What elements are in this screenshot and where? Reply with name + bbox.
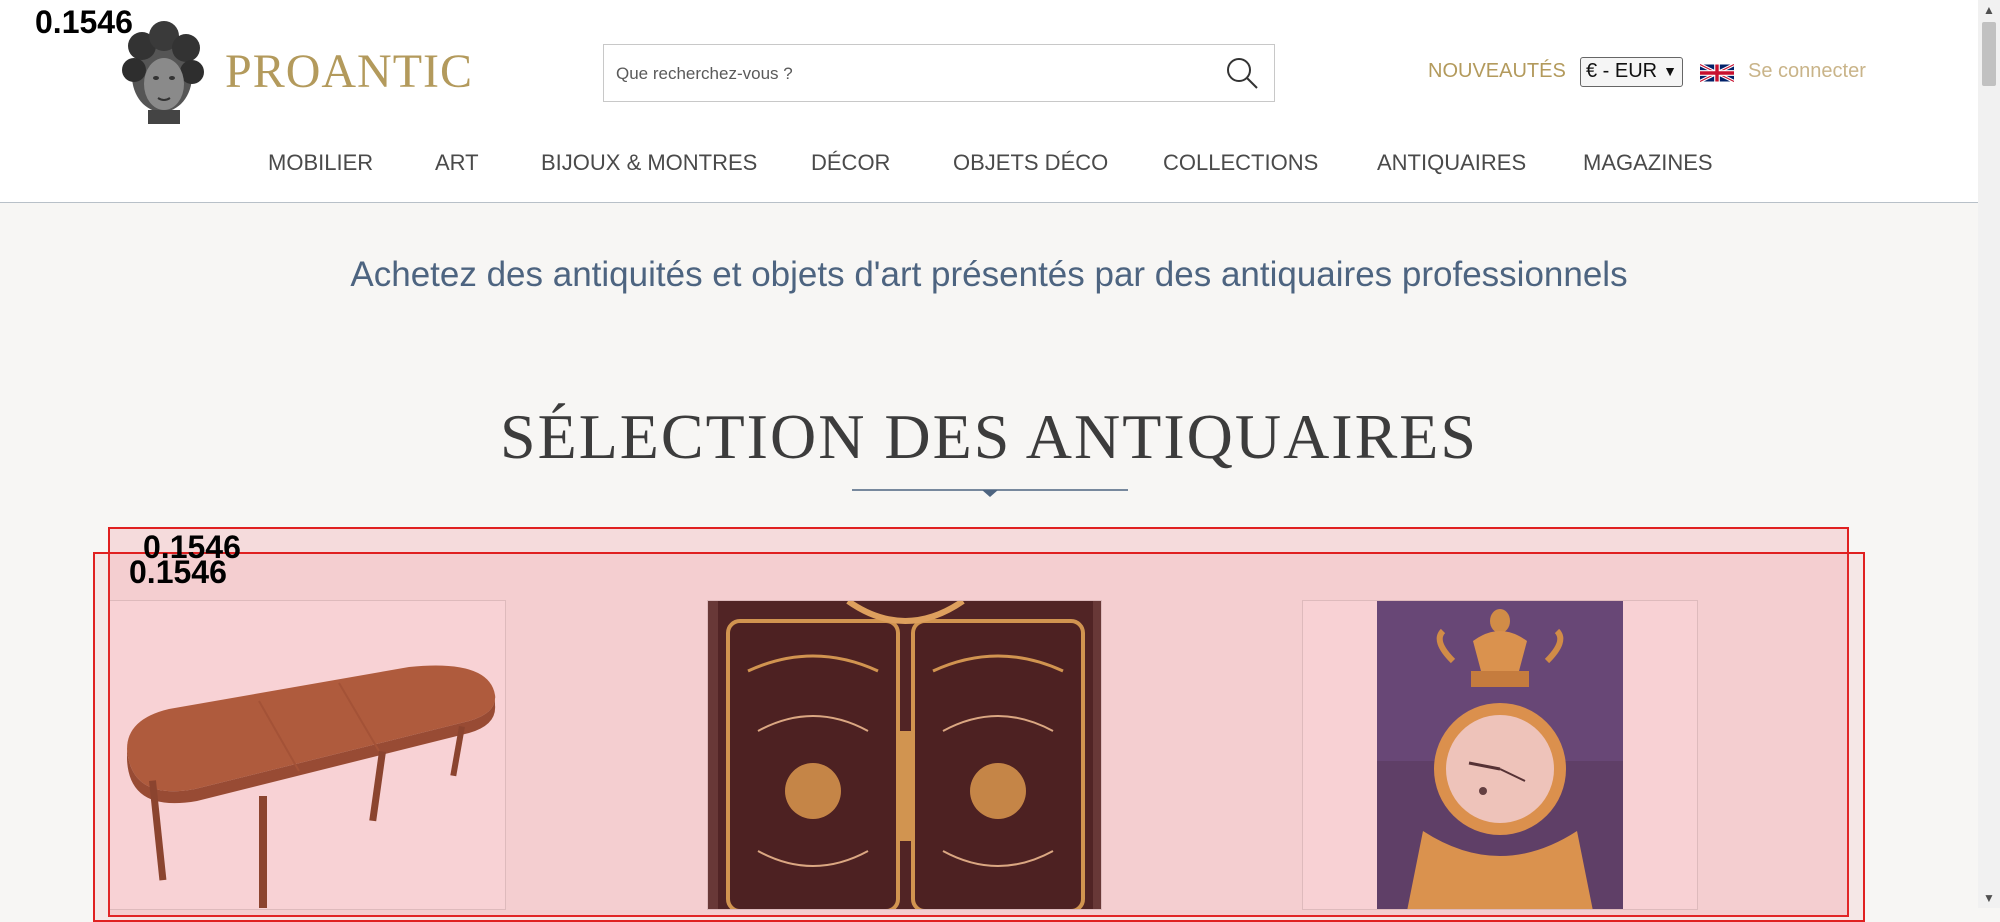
nav-item-collections[interactable]: COLLECTIONS (1163, 150, 1318, 176)
brand-name[interactable]: PROANTIC (225, 44, 473, 99)
score-label: 0.1546 (35, 4, 133, 40)
main-nav: MOBILIER ART BIJOUX & MONTRES DÉCOR OBJE… (0, 146, 1978, 180)
score-label: 0.1546 (129, 554, 227, 590)
scroll-up-icon[interactable]: ▲ (1978, 0, 2000, 20)
uk-flag-icon[interactable] (1700, 60, 1734, 86)
section-title: SÉLECTION DES ANTIQUAIRES (500, 401, 1478, 472)
scroll-thumb[interactable] (1982, 22, 1996, 86)
nav-item-objets-deco[interactable]: OBJETS DÉCO (953, 150, 1108, 176)
search-box (603, 44, 1275, 102)
chevron-down-icon: ▼ (1663, 63, 1677, 79)
login-link[interactable]: Se connecter (1748, 60, 1866, 83)
site-header: PROANTIC NOUVEAUTÉS € - EUR ▼ Se connect… (0, 0, 1978, 203)
currency-select[interactable]: € - EUR ▼ (1580, 57, 1683, 87)
title-divider (852, 489, 1128, 497)
currency-value: € - EUR (1586, 60, 1658, 82)
nav-item-bijoux-montres[interactable]: BIJOUX & MONTRES (541, 150, 757, 176)
search-icon[interactable] (1224, 55, 1260, 91)
nav-item-decor[interactable]: DÉCOR (811, 150, 890, 176)
new-arrivals-link[interactable]: NOUVEAUTÉS (1428, 60, 1566, 83)
nav-item-magazines[interactable]: MAGAZINES (1583, 150, 1713, 176)
nav-item-mobilier[interactable]: MOBILIER (268, 150, 373, 176)
page-scrollbar[interactable]: ▲ ▼ (1978, 0, 2000, 908)
tagline: Achetez des antiquités et objets d'art p… (350, 255, 1628, 294)
nav-item-art[interactable]: ART (435, 150, 479, 176)
scroll-down-icon[interactable]: ▼ (1978, 888, 2000, 908)
nav-item-antiquaires[interactable]: ANTIQUAIRES (1377, 150, 1526, 176)
search-input[interactable] (614, 53, 1208, 95)
highlight-box (93, 552, 1865, 922)
